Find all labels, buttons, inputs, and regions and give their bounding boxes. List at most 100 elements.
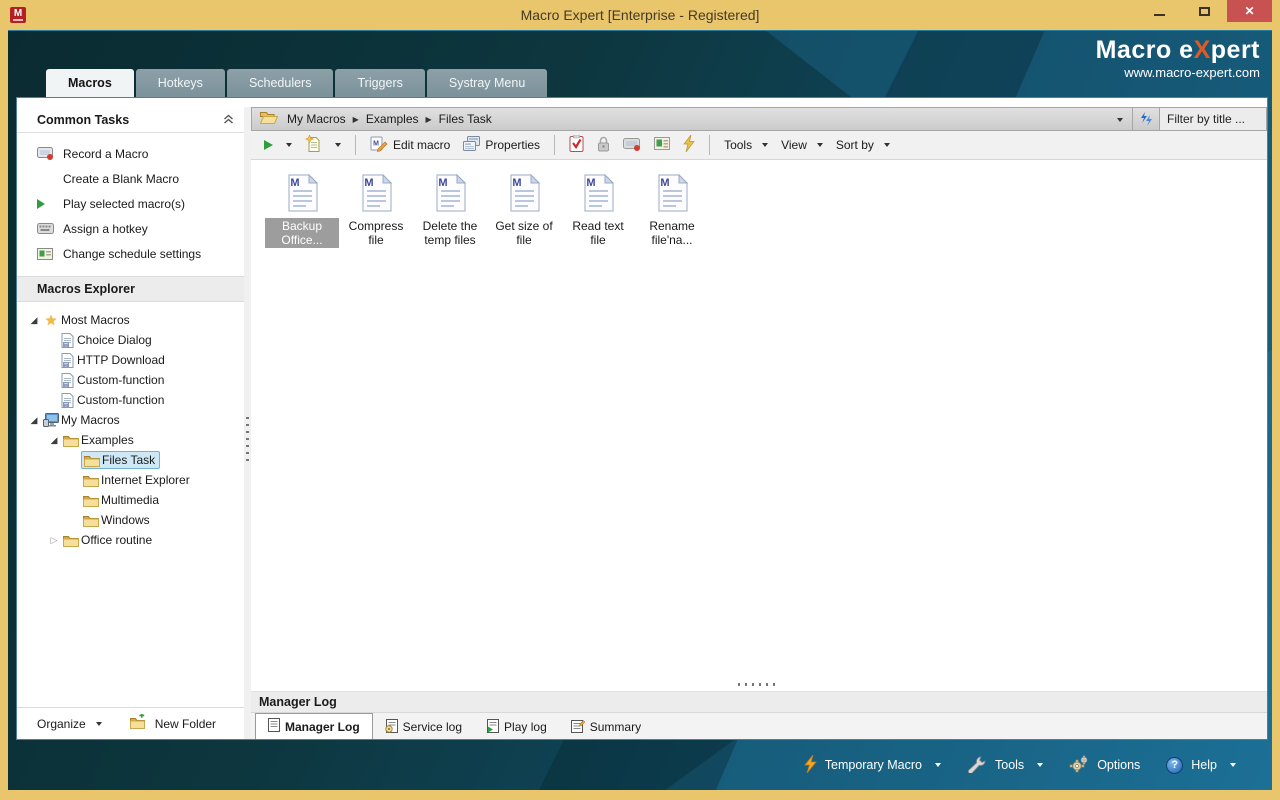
tree-item-office-routine[interactable]: ▷ Office routine xyxy=(17,530,244,550)
new-folder-button[interactable]: New Folder xyxy=(130,714,216,733)
tree-item-files-task[interactable]: Files Task xyxy=(17,450,244,470)
log-tab-manager-log[interactable]: Manager Log xyxy=(255,713,373,739)
tree-item-custom-function-1[interactable]: M Custom-function xyxy=(17,370,244,390)
validate-button[interactable] xyxy=(566,133,587,157)
play-dropdown[interactable] xyxy=(283,141,295,149)
minimize-button[interactable] xyxy=(1137,0,1182,22)
star-icon: ★ xyxy=(41,312,61,329)
tree-label: Choice Dialog xyxy=(77,333,152,347)
macros-tree: ◢ ★ Most Macros M Choice Dialog M HTTP D… xyxy=(17,302,244,707)
main-area: My Macros ▶ Examples ▶ Files Task xyxy=(251,107,1267,739)
expander-expanded-icon[interactable]: ◢ xyxy=(27,415,41,426)
tree-item-http-download[interactable]: M HTTP Download xyxy=(17,350,244,370)
breadcrumb-arrow-icon: ▶ xyxy=(350,115,362,124)
tree-label: Examples xyxy=(81,433,134,447)
file-item-compress-file[interactable]: M Compress file xyxy=(339,174,413,248)
log-splitter[interactable] xyxy=(251,677,1267,691)
task-label: Record a Macro xyxy=(63,147,148,161)
tools-label: Tools xyxy=(724,138,752,152)
breadcrumb-examples[interactable]: Examples xyxy=(362,112,423,126)
breadcrumb-my-macros[interactable]: My Macros xyxy=(283,112,350,126)
lock-button[interactable] xyxy=(594,134,613,157)
log-tab-summary[interactable]: Summary xyxy=(559,715,653,739)
options-button[interactable]: Options xyxy=(1069,755,1140,776)
tab-hotkeys[interactable]: Hotkeys xyxy=(136,69,225,97)
play-button[interactable] xyxy=(261,138,276,152)
macro-file-icon: M xyxy=(434,174,467,215)
expander-expanded-icon[interactable]: ◢ xyxy=(27,315,41,326)
sidebar-splitter[interactable] xyxy=(244,107,251,739)
organize-button[interactable]: Organize xyxy=(37,717,102,731)
tree-item-custom-function-2[interactable]: M Custom-function xyxy=(17,390,244,410)
task-change-schedule[interactable]: Change schedule settings xyxy=(17,241,244,266)
expander-expanded-icon[interactable]: ◢ xyxy=(47,435,61,446)
breadcrumb-history-dropdown[interactable] xyxy=(1108,112,1132,126)
filter-input[interactable] xyxy=(1167,112,1259,126)
properties-button[interactable]: Properties xyxy=(460,134,543,156)
breadcrumb-files-task[interactable]: Files Task xyxy=(435,112,496,126)
edit-macro-button[interactable]: M Edit macro xyxy=(367,134,453,157)
file-item-read-text-file[interactable]: M Read text file xyxy=(561,174,635,248)
task-assign-hotkey[interactable]: Assign a hotkey xyxy=(17,216,244,241)
tab-macros[interactable]: Macros xyxy=(46,69,134,97)
collapse-chevron-icon[interactable] xyxy=(223,113,234,127)
trigger-button[interactable] xyxy=(680,133,698,157)
expander-collapsed-icon[interactable]: ▷ xyxy=(47,535,61,546)
tree-item-multimedia[interactable]: Multimedia xyxy=(17,490,244,510)
file-label: Rename file'na... xyxy=(635,218,709,248)
file-item-delete-temp-files[interactable]: M Delete the temp files xyxy=(413,174,487,248)
log-tab-play-log[interactable]: Play log xyxy=(474,715,559,739)
macro-doc-icon: M xyxy=(57,333,77,348)
file-label: Delete the temp files xyxy=(413,218,487,248)
new-macro-dropdown[interactable] xyxy=(332,141,344,149)
task-create-blank-macro[interactable]: Create a Blank Macro xyxy=(17,166,244,191)
tree-item-internet-explorer[interactable]: Internet Explorer xyxy=(17,470,244,490)
view-menu[interactable]: View xyxy=(778,136,826,154)
tree-item-choice-dialog[interactable]: M Choice Dialog xyxy=(17,330,244,350)
tools-menu[interactable]: Tools xyxy=(721,136,771,154)
play-log-icon xyxy=(486,719,499,736)
macro-file-icon: M xyxy=(360,174,393,215)
refresh-icon[interactable] xyxy=(1133,112,1159,126)
main-tabs: Macros Hotkeys Schedulers Triggers Systr… xyxy=(46,67,547,97)
temporary-macro-menu[interactable]: Temporary Macro xyxy=(804,755,941,776)
common-tasks-title: Common Tasks xyxy=(37,113,129,127)
chevron-down-icon xyxy=(96,722,102,726)
log-tab-label: Play log xyxy=(504,720,547,734)
tab-systray-menu[interactable]: Systray Menu xyxy=(427,69,547,97)
wrench-icon xyxy=(967,755,987,776)
edit-macro-icon: M xyxy=(370,136,388,155)
new-macro-button[interactable] xyxy=(302,133,325,157)
keyboard-icon xyxy=(37,223,63,234)
maximize-icon xyxy=(1199,7,1210,16)
task-record-macro[interactable]: Record a Macro xyxy=(17,141,244,166)
sortby-menu[interactable]: Sort by xyxy=(833,136,893,154)
close-button[interactable]: ✕ xyxy=(1227,0,1272,22)
statusbar: Temporary Macro Tools Options ? Help xyxy=(804,752,1236,778)
tree-item-most-macros[interactable]: ◢ ★ Most Macros xyxy=(17,310,244,330)
help-menu[interactable]: ? Help xyxy=(1166,757,1236,774)
record-button[interactable] xyxy=(620,135,644,156)
tree-item-my-macros[interactable]: ◢ My Macros xyxy=(17,410,244,430)
summary-icon xyxy=(571,719,585,736)
file-item-rename-file[interactable]: M Rename file'na... xyxy=(635,174,709,248)
chevron-down-icon xyxy=(1037,763,1043,767)
play-icon xyxy=(37,199,63,209)
file-item-backup-office[interactable]: M Backup Office... xyxy=(265,174,339,248)
tree-item-windows[interactable]: Windows xyxy=(17,510,244,530)
filter-box xyxy=(1160,108,1266,130)
schedule-button[interactable] xyxy=(651,135,673,155)
file-grid: M Backup Office... M Compress file M Del… xyxy=(251,160,1267,677)
lightning-icon xyxy=(683,135,695,155)
log-tab-service-log[interactable]: Service log xyxy=(373,715,474,739)
maximize-button[interactable] xyxy=(1182,0,1227,22)
tab-schedulers[interactable]: Schedulers xyxy=(227,69,334,97)
tree-label: Multimedia xyxy=(101,493,159,507)
tools-menu-bottom[interactable]: Tools xyxy=(967,755,1043,776)
task-play-selected[interactable]: Play selected macro(s) xyxy=(17,191,244,216)
tree-item-examples[interactable]: ◢ Examples xyxy=(17,430,244,450)
svg-text:M: M xyxy=(64,342,68,347)
macros-explorer-title: Macros Explorer xyxy=(37,282,135,296)
tab-triggers[interactable]: Triggers xyxy=(335,69,424,97)
file-item-get-size-of-file[interactable]: M Get size of file xyxy=(487,174,561,248)
